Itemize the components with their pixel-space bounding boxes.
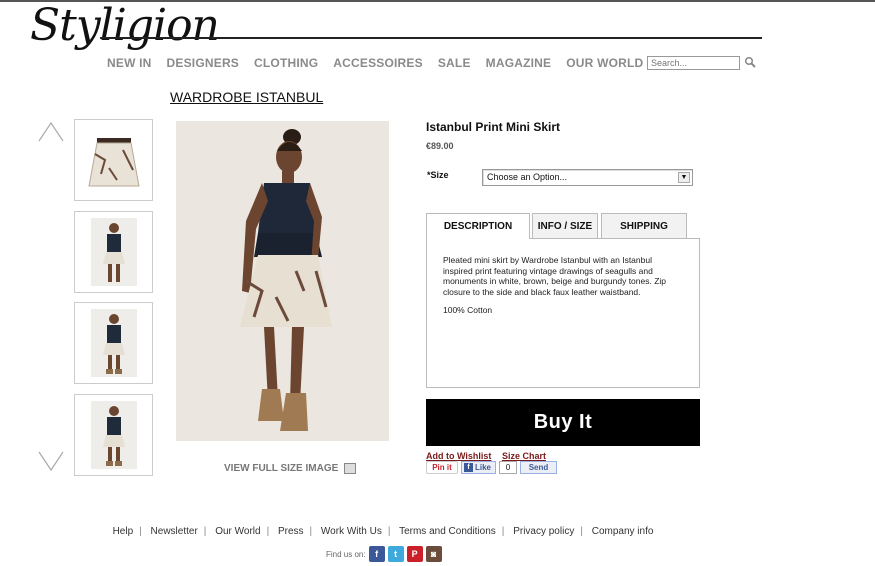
header-rule — [100, 37, 762, 39]
facebook-icon[interactable]: f — [368, 546, 385, 562]
instagram-icon[interactable]: ◙ — [425, 546, 442, 562]
product-price: €89.00 — [426, 141, 454, 151]
twitter-icon[interactable]: t — [387, 546, 404, 562]
nav-clothing[interactable]: CLOTHING — [254, 56, 318, 70]
share-bar: Pin it f Like 0 Send — [426, 461, 557, 474]
skirt-thumb-image — [88, 138, 140, 187]
chevron-down-icon: ▼ — [678, 172, 690, 183]
model-thumb-image — [103, 223, 125, 282]
product-links: Add to Wishlist Size Chart — [426, 451, 554, 461]
facebook-like-button[interactable]: f Like — [461, 461, 496, 474]
search-input[interactable] — [647, 56, 740, 70]
description-text: Pleated mini skirt by Wardrobe Istanbul … — [443, 255, 667, 297]
model-thumb-image — [103, 314, 125, 374]
size-label: *Size — [427, 170, 449, 180]
nav-designers[interactable]: DESIGNERS — [167, 56, 239, 70]
buy-button[interactable]: Buy It — [426, 399, 700, 446]
footer-terms[interactable]: Terms and Conditions — [399, 526, 496, 537]
description-panel: Pleated mini skirt by Wardrobe Istanbul … — [426, 238, 700, 388]
view-full-size-link[interactable]: VIEW FULL SIZE IMAGE — [224, 463, 357, 474]
pin-it-button[interactable]: Pin it — [426, 461, 458, 474]
tab-description[interactable]: DESCRIPTION — [426, 213, 530, 239]
pinterest-icon[interactable]: P — [406, 546, 423, 562]
footer-newsletter[interactable]: Newsletter — [151, 526, 198, 537]
expand-image-icon — [344, 463, 357, 474]
nav-our-world[interactable]: OUR WORLD — [566, 56, 643, 70]
thumb-up-arrow-icon[interactable] — [38, 121, 64, 143]
thumbnail-4[interactable] — [74, 394, 153, 476]
model-photo — [176, 121, 389, 441]
footer-help[interactable]: Help — [113, 526, 134, 537]
tab-shipping[interactable]: SHIPPING — [601, 213, 687, 238]
thumbnail-3[interactable] — [74, 302, 153, 384]
footer-work-with-us[interactable]: Work With Us — [321, 526, 382, 537]
main-product-image[interactable] — [176, 121, 389, 441]
like-label: Like — [475, 463, 492, 472]
main-nav: NEW IN DESIGNERS CLOTHING ACCESSOIRES SA… — [107, 56, 658, 70]
footer-company-info[interactable]: Company info — [592, 526, 654, 537]
footer-press[interactable]: Press — [278, 526, 304, 537]
size-select-value: Choose an Option... — [487, 172, 568, 182]
footer-our-world[interactable]: Our World — [215, 526, 260, 537]
facebook-icon: f — [464, 463, 473, 472]
nav-accessoires[interactable]: ACCESSOIRES — [333, 56, 423, 70]
material-text: 100% Cotton — [443, 305, 493, 315]
thumbnail-2[interactable] — [74, 211, 153, 293]
nav-new-in[interactable]: NEW IN — [107, 56, 152, 70]
size-chart-link[interactable]: Size Chart — [502, 451, 546, 461]
size-select[interactable]: Choose an Option... ▼ — [482, 169, 693, 186]
brand-title[interactable]: WARDROBE ISTANBUL — [170, 89, 323, 105]
search-icon[interactable] — [744, 56, 756, 68]
footer-privacy[interactable]: Privacy policy — [513, 526, 574, 537]
thumb-down-arrow-icon[interactable] — [38, 450, 64, 472]
find-us-label: Find us on: — [326, 549, 366, 559]
facebook-send-button[interactable]: Send — [520, 461, 557, 474]
logo[interactable]: Styligion — [30, 0, 220, 51]
add-to-wishlist-link[interactable]: Add to Wishlist — [426, 451, 491, 461]
model-thumb-image — [103, 406, 125, 466]
find-us-on: Find us on: f t P ◙ — [326, 546, 442, 562]
nav-sale[interactable]: SALE — [438, 56, 471, 70]
nav-magazine[interactable]: MAGAZINE — [486, 56, 552, 70]
view-full-size-label: VIEW FULL SIZE IMAGE — [224, 463, 339, 474]
tab-info-size[interactable]: INFO / SIZE — [532, 213, 598, 238]
product-title: Istanbul Print Mini Skirt — [426, 120, 561, 134]
like-count: 0 — [499, 461, 517, 474]
thumbnail-1[interactable] — [74, 119, 153, 201]
footer-links: Help | Newsletter | Our World | Press | Work… — [112, 526, 654, 537]
